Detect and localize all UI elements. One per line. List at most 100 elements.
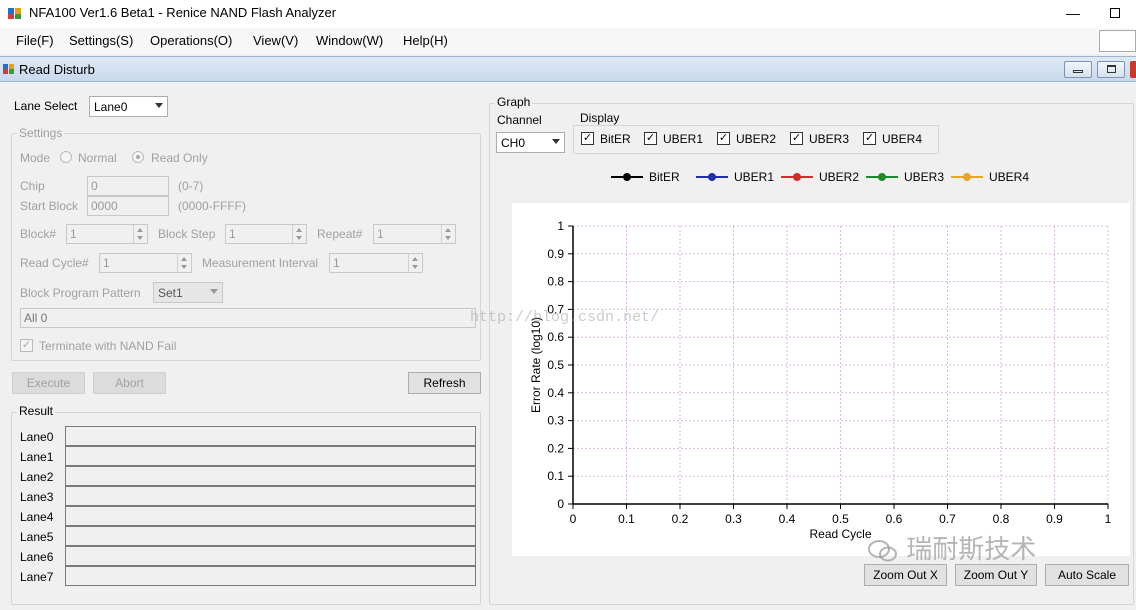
- display-uber2-checkbox[interactable]: ✓: [717, 132, 730, 145]
- result-lane-label: Lane3: [20, 490, 54, 504]
- block-count-stepper[interactable]: 1: [66, 224, 148, 244]
- result-lane-label: Lane2: [20, 470, 54, 484]
- legend-marker: [623, 173, 631, 181]
- spin-arrows-icon[interactable]: [408, 254, 422, 272]
- channel-dropdown[interactable]: CH0: [496, 132, 565, 153]
- terminate-label: Terminate with NAND Fail: [39, 339, 177, 353]
- terminate-checkbox[interactable]: ✓: [20, 339, 33, 352]
- y-tick-label: 0.4: [547, 386, 564, 400]
- execute-button[interactable]: Execute: [12, 372, 85, 394]
- repeat-stepper[interactable]: 1: [373, 224, 456, 244]
- legend-marker: [708, 173, 716, 181]
- zoom-out-x-button[interactable]: Zoom Out X: [864, 564, 947, 586]
- spin-arrows-icon[interactable]: [441, 225, 455, 243]
- result-lane-label: Lane0: [20, 430, 54, 444]
- legend-label: BitER: [649, 170, 680, 184]
- x-tick-label: 0.5: [832, 512, 849, 526]
- result-lane-field: [65, 426, 476, 446]
- display-uber1-label: UBER1: [663, 132, 704, 146]
- lane-select-dropdown[interactable]: Lane0: [89, 96, 168, 117]
- read-cycle-value: 1: [103, 256, 110, 270]
- y-tick-label: 0.9: [547, 247, 564, 261]
- chart-plot-area[interactable]: 0 0.1 0.2 0.3 0.4 0.5 0.6 0.7 0.8 0.9 1 0 0.1 0.2 0.3 0…: [512, 203, 1130, 556]
- channel-value: CH0: [501, 136, 526, 150]
- menu-view[interactable]: View(V): [253, 33, 298, 48]
- read-cycle-stepper[interactable]: 1: [99, 253, 192, 273]
- minimize-button[interactable]: —: [1062, 2, 1084, 24]
- x-tick-label: 0.4: [779, 512, 796, 526]
- maximize-button[interactable]: [1104, 2, 1126, 24]
- zoom-out-y-button[interactable]: Zoom Out Y: [955, 564, 1037, 586]
- pattern-value: Set1: [158, 286, 183, 300]
- measurement-interval-stepper[interactable]: 1: [329, 253, 423, 273]
- child-minimize-button[interactable]: [1064, 61, 1092, 78]
- measurement-interval-value: 1: [333, 256, 340, 270]
- app-icon: [8, 8, 21, 19]
- spin-arrows-icon[interactable]: [177, 254, 191, 272]
- lane-select-label: Lane Select: [14, 99, 78, 113]
- pattern-dropdown[interactable]: Set1: [153, 282, 223, 303]
- y-tick-label: 0.8: [547, 275, 564, 289]
- legend-marker: [963, 173, 971, 181]
- chevron-down-icon: [552, 139, 560, 144]
- result-lane-field: [65, 526, 476, 546]
- menu-file[interactable]: File(F): [16, 33, 54, 48]
- chip-label: Chip: [20, 179, 45, 193]
- display-group-title: Display: [578, 111, 622, 125]
- y-tick-label: 0.3: [547, 414, 564, 428]
- x-tick-label: 0.7: [939, 512, 956, 526]
- child-close-button[interactable]: [1130, 61, 1136, 78]
- mode-read-only-radio[interactable]: [132, 151, 144, 163]
- result-lane-label: Lane6: [20, 550, 54, 564]
- graph-group-title: Graph: [495, 95, 533, 109]
- pattern-text-field[interactable]: All 0: [20, 308, 476, 328]
- x-tick-label: 1: [1105, 512, 1112, 526]
- child-window-icon: [3, 64, 14, 74]
- legend-label: UBER2: [819, 170, 860, 184]
- auto-scale-button[interactable]: Auto Scale: [1045, 564, 1129, 586]
- result-group-title: Result: [17, 404, 56, 418]
- menu-operations[interactable]: Operations(O): [150, 33, 232, 48]
- minimize-icon: [1073, 70, 1083, 73]
- chip-input[interactable]: 0: [87, 176, 169, 196]
- display-uber1-checkbox[interactable]: ✓: [644, 132, 657, 145]
- display-uber3-checkbox[interactable]: ✓: [790, 132, 803, 145]
- menu-window[interactable]: Window(W): [316, 33, 383, 48]
- menu-settings[interactable]: Settings(S): [69, 33, 133, 48]
- start-block-label: Start Block: [20, 199, 79, 213]
- x-tick-label: 0.2: [672, 512, 689, 526]
- chip-range-hint: (0-7): [178, 179, 204, 193]
- chevron-down-icon: [155, 103, 163, 108]
- display-uber2-label: UBER2: [736, 132, 777, 146]
- x-tick-label: 0: [570, 512, 577, 526]
- chevron-down-icon: [210, 289, 218, 294]
- result-lane-field: [65, 466, 476, 486]
- menu-help[interactable]: Help(H): [403, 33, 448, 48]
- y-tick-label: 0.6: [547, 330, 564, 344]
- display-uber4-checkbox[interactable]: ✓: [863, 132, 876, 145]
- spin-arrows-icon[interactable]: [292, 225, 306, 243]
- legend-marker: [793, 173, 801, 181]
- repeat-label: Repeat#: [317, 227, 363, 241]
- restore-icon: [1107, 65, 1116, 73]
- start-block-input[interactable]: 0000: [87, 196, 169, 216]
- block-count-value: 1: [70, 227, 77, 241]
- spin-arrows-icon[interactable]: [133, 225, 147, 243]
- wechat-icon: [868, 539, 897, 561]
- result-lane-field: [65, 506, 476, 526]
- x-tick-label: 0.6: [886, 512, 903, 526]
- error-rate-chart: 0 0.1 0.2 0.3 0.4 0.5 0.6 0.7 0.8 0.9 1 0 0.1 0.2 0.3 0…: [529, 219, 1112, 541]
- legend-label: UBER4: [989, 170, 1030, 184]
- display-biter-checkbox[interactable]: ✓: [581, 132, 594, 145]
- child-restore-button[interactable]: [1097, 61, 1125, 78]
- refresh-button[interactable]: Refresh: [408, 372, 481, 394]
- window-title: NFA100 Ver1.6 Beta1 - Renice NAND Flash …: [29, 5, 337, 20]
- toolbar-box[interactable]: [1099, 30, 1136, 52]
- settings-group-title: Settings: [17, 126, 65, 140]
- mode-normal-radio[interactable]: [60, 151, 72, 163]
- abort-button[interactable]: Abort: [93, 372, 166, 394]
- read-cycle-label: Read Cycle#: [20, 256, 89, 270]
- child-window-title: Read Disturb: [19, 62, 95, 77]
- block-step-stepper[interactable]: 1: [225, 224, 307, 244]
- display-uber3-label: UBER3: [809, 132, 850, 146]
